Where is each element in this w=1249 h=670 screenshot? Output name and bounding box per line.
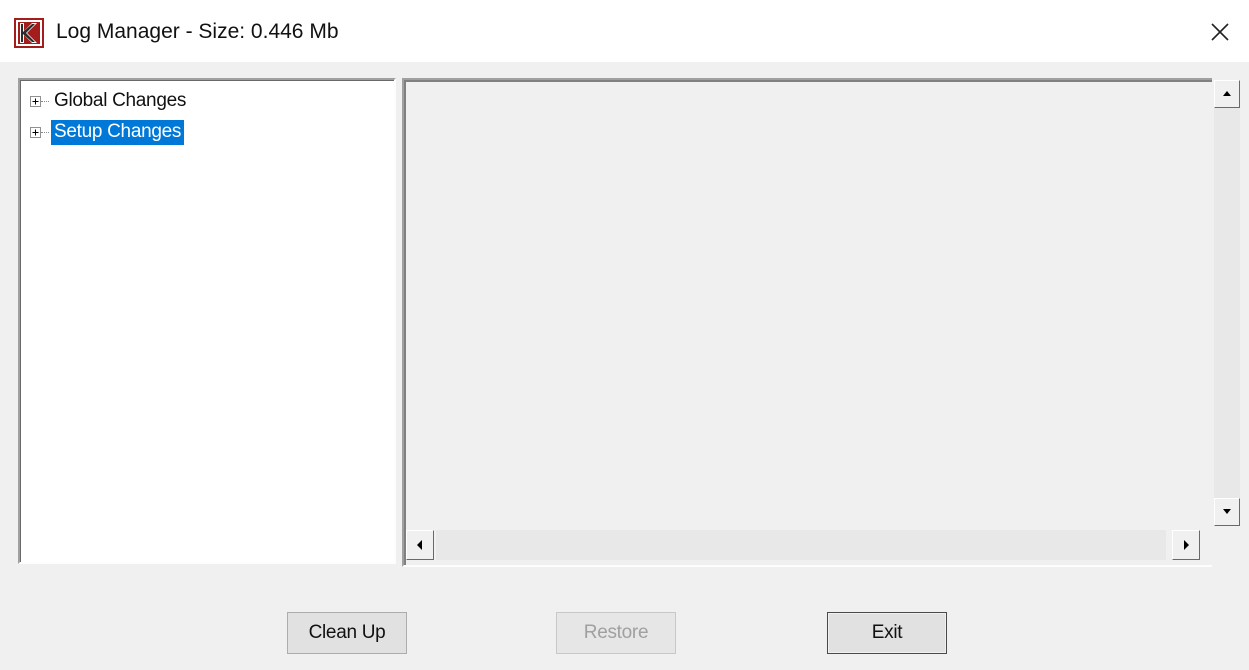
tree-item-label[interactable]: Setup Changes — [51, 119, 185, 145]
title-bar: Log Manager - Size: 0.446 Mb — [0, 0, 1249, 62]
tree-connector — [41, 100, 49, 102]
close-icon[interactable] — [1202, 14, 1238, 50]
tree-connector — [41, 131, 49, 133]
log-manager-window: Log Manager - Size: 0.446 Mb Global Chan… — [0, 0, 1249, 670]
restore-button[interactable]: Restore — [556, 612, 676, 654]
tree-item-label[interactable]: Global Changes — [51, 89, 189, 114]
arrow-down-icon — [1223, 509, 1231, 514]
log-tree-view[interactable]: Global Changes Setup Changes — [18, 78, 396, 564]
window-title: Log Manager - Size: 0.446 Mb — [56, 20, 339, 43]
scroll-up-button[interactable] — [1214, 80, 1240, 108]
tree-item-setup-changes[interactable]: Setup Changes — [30, 119, 185, 145]
exit-button[interactable]: Exit — [827, 612, 947, 654]
vertical-scroll-track[interactable] — [1214, 108, 1240, 498]
log-detail-pane[interactable] — [402, 78, 1212, 567]
arrow-right-icon — [1184, 540, 1189, 550]
scroll-left-button[interactable] — [406, 530, 434, 560]
arrow-up-icon — [1223, 91, 1231, 96]
expand-plus-icon[interactable] — [30, 95, 41, 107]
k-logo-icon — [14, 18, 44, 48]
horizontal-scrollbar[interactable] — [406, 528, 1204, 562]
clean-up-button[interactable]: Clean Up — [287, 612, 407, 654]
horizontal-scroll-track[interactable] — [436, 530, 1166, 560]
scroll-down-button[interactable] — [1214, 498, 1240, 526]
arrow-left-icon — [417, 540, 422, 550]
expand-plus-icon[interactable] — [30, 126, 41, 138]
vertical-scrollbar[interactable] — [1212, 78, 1242, 528]
scroll-right-button[interactable] — [1172, 530, 1200, 560]
tree-item-global-changes[interactable]: Global Changes — [30, 88, 189, 114]
